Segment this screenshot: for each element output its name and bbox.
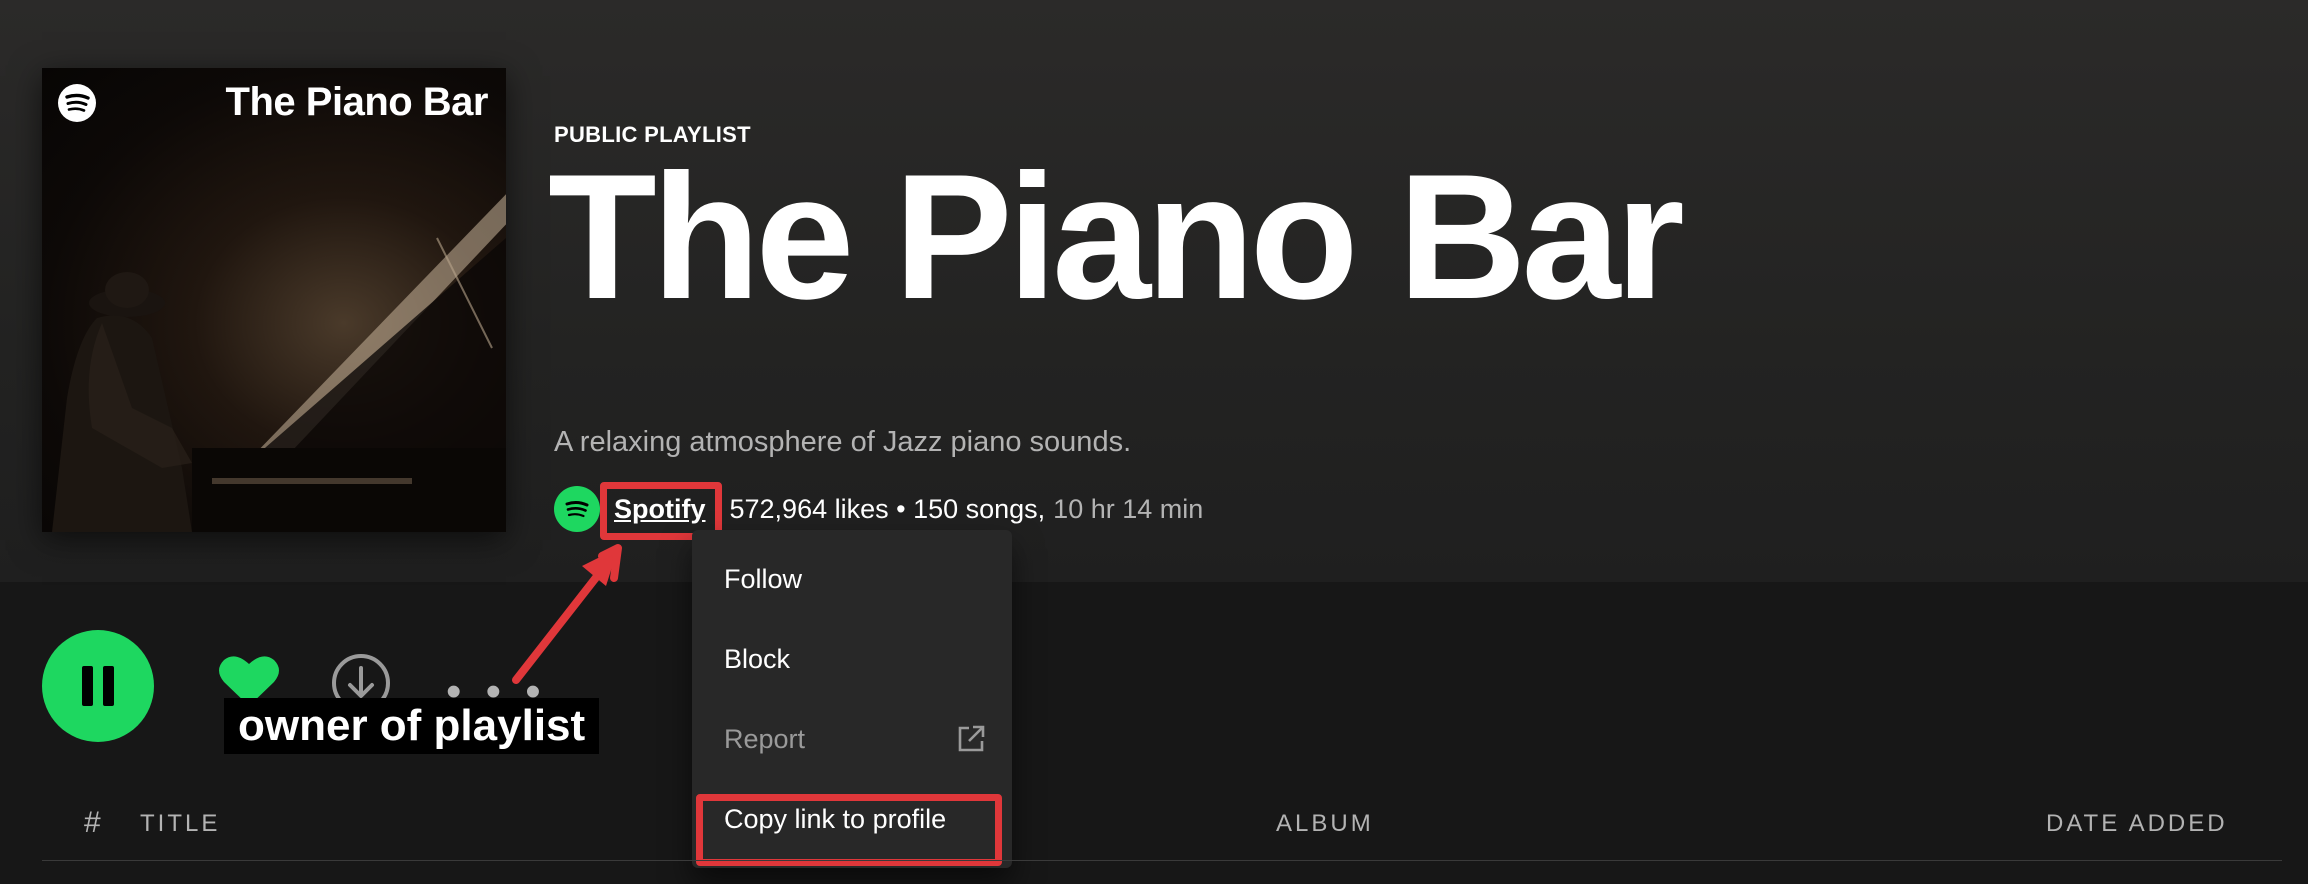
copy-link-highlight-box <box>696 794 1002 866</box>
menu-item-follow[interactable]: Follow <box>724 564 802 595</box>
column-header-number: # <box>84 806 101 839</box>
column-header-date-added[interactable]: DATE ADDED <box>2046 810 2228 838</box>
menu-item-report[interactable]: Report <box>724 724 805 755</box>
external-link-icon <box>958 725 985 752</box>
tracklist-divider <box>42 860 2282 861</box>
annotation-label: owner of playlist <box>224 698 600 754</box>
menu-item-block[interactable]: Block <box>724 644 790 675</box>
column-header-album[interactable]: ALBUM <box>1276 810 1374 838</box>
column-header-title[interactable]: TITLE <box>140 810 220 838</box>
